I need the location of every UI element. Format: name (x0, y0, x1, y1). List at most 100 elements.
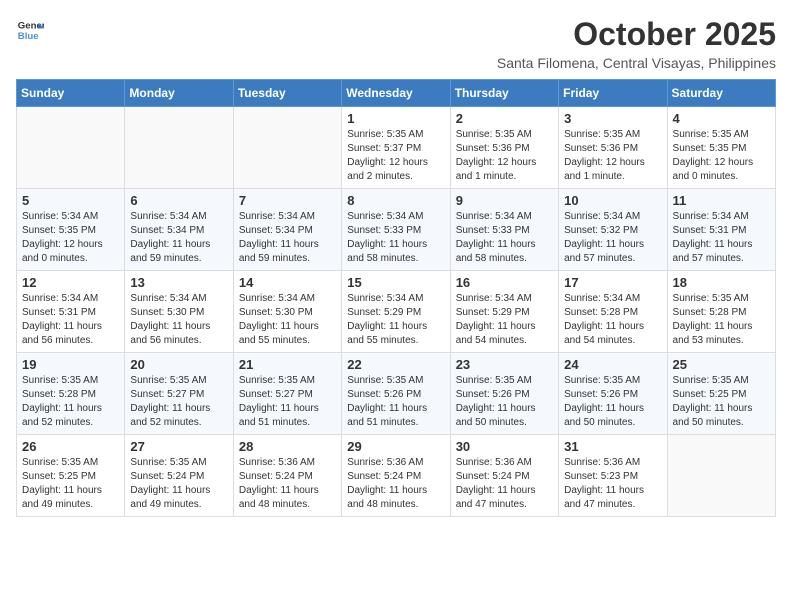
logo-icon: General Blue (16, 16, 44, 44)
calendar-cell: 19 Sunrise: 5:35 AM Sunset: 5:28 PM Dayli… (17, 353, 125, 435)
day-number: 13 (130, 275, 227, 290)
day-number: 26 (22, 439, 119, 454)
day-info: Sunrise: 5:35 AM Sunset: 5:35 PM Dayligh… (673, 128, 770, 184)
day-info: Sunrise: 5:36 AM Sunset: 5:24 PM Dayligh… (239, 456, 336, 512)
calendar-cell: 14 Sunrise: 5:34 AM Sunset: 5:30 PM Dayli… (233, 271, 341, 353)
day-number: 7 (239, 193, 336, 208)
calendar-cell (233, 107, 341, 189)
day-info: Sunrise: 5:34 AM Sunset: 5:28 PM Dayligh… (564, 292, 661, 348)
day-number: 3 (564, 111, 661, 126)
day-info: Sunrise: 5:34 AM Sunset: 5:31 PM Dayligh… (673, 210, 770, 266)
day-number: 24 (564, 357, 661, 372)
calendar-cell: 17 Sunrise: 5:34 AM Sunset: 5:28 PM Dayli… (559, 271, 667, 353)
day-info: Sunrise: 5:35 AM Sunset: 5:27 PM Dayligh… (130, 374, 227, 430)
calendar-cell: 25 Sunrise: 5:35 AM Sunset: 5:25 PM Dayli… (667, 353, 775, 435)
calendar-cell: 10 Sunrise: 5:34 AM Sunset: 5:32 PM Dayli… (559, 189, 667, 271)
header: General Blue October 2025 Santa Filomena… (16, 16, 776, 71)
day-info: Sunrise: 5:35 AM Sunset: 5:26 PM Dayligh… (564, 374, 661, 430)
calendar-week-row: 5 Sunrise: 5:34 AM Sunset: 5:35 PM Daylig… (17, 189, 776, 271)
day-number: 18 (673, 275, 770, 290)
day-info: Sunrise: 5:34 AM Sunset: 5:33 PM Dayligh… (347, 210, 444, 266)
calendar-cell: 8 Sunrise: 5:34 AM Sunset: 5:33 PM Daylig… (342, 189, 450, 271)
day-info: Sunrise: 5:35 AM Sunset: 5:28 PM Dayligh… (22, 374, 119, 430)
day-number: 10 (564, 193, 661, 208)
day-info: Sunrise: 5:35 AM Sunset: 5:37 PM Dayligh… (347, 128, 444, 184)
day-info: Sunrise: 5:35 AM Sunset: 5:36 PM Dayligh… (456, 128, 553, 184)
calendar-cell: 24 Sunrise: 5:35 AM Sunset: 5:26 PM Dayli… (559, 353, 667, 435)
calendar-cell: 20 Sunrise: 5:35 AM Sunset: 5:27 PM Dayli… (125, 353, 233, 435)
calendar-cell: 18 Sunrise: 5:35 AM Sunset: 5:28 PM Dayli… (667, 271, 775, 353)
day-number: 14 (239, 275, 336, 290)
day-number: 28 (239, 439, 336, 454)
day-info: Sunrise: 5:35 AM Sunset: 5:28 PM Dayligh… (673, 292, 770, 348)
weekday-header-monday: Monday (125, 80, 233, 107)
day-info: Sunrise: 5:34 AM Sunset: 5:32 PM Dayligh… (564, 210, 661, 266)
day-info: Sunrise: 5:36 AM Sunset: 5:24 PM Dayligh… (456, 456, 553, 512)
calendar-cell: 12 Sunrise: 5:34 AM Sunset: 5:31 PM Dayli… (17, 271, 125, 353)
day-info: Sunrise: 5:35 AM Sunset: 5:27 PM Dayligh… (239, 374, 336, 430)
calendar-week-row: 12 Sunrise: 5:34 AM Sunset: 5:31 PM Dayli… (17, 271, 776, 353)
day-info: Sunrise: 5:34 AM Sunset: 5:30 PM Dayligh… (130, 292, 227, 348)
day-info: Sunrise: 5:35 AM Sunset: 5:25 PM Dayligh… (673, 374, 770, 430)
day-info: Sunrise: 5:36 AM Sunset: 5:23 PM Dayligh… (564, 456, 661, 512)
calendar: SundayMondayTuesdayWednesdayThursdayFrid… (16, 79, 776, 517)
subtitle: Santa Filomena, Central Visayas, Philipp… (497, 55, 776, 71)
calendar-cell (17, 107, 125, 189)
calendar-cell: 26Sunrise: 5:35 AM Sunset: 5:25 PM Dayli… (17, 435, 125, 517)
day-number: 25 (673, 357, 770, 372)
day-number: 12 (22, 275, 119, 290)
day-number: 16 (456, 275, 553, 290)
day-number: 11 (673, 193, 770, 208)
calendar-cell (667, 435, 775, 517)
day-number: 17 (564, 275, 661, 290)
day-number: 23 (456, 357, 553, 372)
calendar-cell: 4Sunrise: 5:35 AM Sunset: 5:35 PM Daylig… (667, 107, 775, 189)
day-number: 22 (347, 357, 444, 372)
month-title: October 2025 (497, 16, 776, 53)
calendar-cell: 21Sunrise: 5:35 AM Sunset: 5:27 PM Dayli… (233, 353, 341, 435)
day-number: 15 (347, 275, 444, 290)
day-number: 19 (22, 357, 119, 372)
day-info: Sunrise: 5:34 AM Sunset: 5:31 PM Dayligh… (22, 292, 119, 348)
weekday-header-friday: Friday (559, 80, 667, 107)
calendar-cell: 2 Sunrise: 5:35 AM Sunset: 5:36 PM Daylig… (450, 107, 558, 189)
calendar-cell: 13 Sunrise: 5:34 AM Sunset: 5:30 PM Dayli… (125, 271, 233, 353)
calendar-cell (125, 107, 233, 189)
calendar-cell: 1Sunrise: 5:35 AM Sunset: 5:37 PM Daylig… (342, 107, 450, 189)
weekday-header-tuesday: Tuesday (233, 80, 341, 107)
day-number: 5 (22, 193, 119, 208)
day-number: 9 (456, 193, 553, 208)
day-info: Sunrise: 5:34 AM Sunset: 5:29 PM Dayligh… (347, 292, 444, 348)
logo: General Blue (16, 16, 44, 44)
day-info: Sunrise: 5:34 AM Sunset: 5:34 PM Dayligh… (130, 210, 227, 266)
day-info: Sunrise: 5:35 AM Sunset: 5:26 PM Dayligh… (347, 374, 444, 430)
calendar-cell: 11 Sunrise: 5:34 AM Sunset: 5:31 PM Dayli… (667, 189, 775, 271)
day-info: Sunrise: 5:34 AM Sunset: 5:30 PM Dayligh… (239, 292, 336, 348)
day-number: 2 (456, 111, 553, 126)
calendar-cell: 6 Sunrise: 5:34 AM Sunset: 5:34 PM Daylig… (125, 189, 233, 271)
calendar-cell: 27 Sunrise: 5:35 AM Sunset: 5:24 PM Dayli… (125, 435, 233, 517)
weekday-header-wednesday: Wednesday (342, 80, 450, 107)
day-info: Sunrise: 5:34 AM Sunset: 5:34 PM Dayligh… (239, 210, 336, 266)
calendar-cell: 3 Sunrise: 5:35 AM Sunset: 5:36 PM Daylig… (559, 107, 667, 189)
calendar-cell: 16Sunrise: 5:34 AM Sunset: 5:29 PM Dayli… (450, 271, 558, 353)
day-number: 31 (564, 439, 661, 454)
day-info: Sunrise: 5:34 AM Sunset: 5:33 PM Dayligh… (456, 210, 553, 266)
calendar-cell: 7 Sunrise: 5:34 AM Sunset: 5:34 PM Daylig… (233, 189, 341, 271)
day-number: 27 (130, 439, 227, 454)
day-info: Sunrise: 5:35 AM Sunset: 5:36 PM Dayligh… (564, 128, 661, 184)
calendar-week-row: 19 Sunrise: 5:35 AM Sunset: 5:28 PM Dayli… (17, 353, 776, 435)
calendar-cell: 22 Sunrise: 5:35 AM Sunset: 5:26 PM Dayli… (342, 353, 450, 435)
day-info: Sunrise: 5:36 AM Sunset: 5:24 PM Dayligh… (347, 456, 444, 512)
day-info: Sunrise: 5:34 AM Sunset: 5:35 PM Dayligh… (22, 210, 119, 266)
weekday-header-saturday: Saturday (667, 80, 775, 107)
calendar-cell: 30Sunrise: 5:36 AM Sunset: 5:24 PM Dayli… (450, 435, 558, 517)
day-info: Sunrise: 5:35 AM Sunset: 5:26 PM Dayligh… (456, 374, 553, 430)
weekday-header-sunday: Sunday (17, 80, 125, 107)
day-number: 6 (130, 193, 227, 208)
day-info: Sunrise: 5:35 AM Sunset: 5:24 PM Dayligh… (130, 456, 227, 512)
calendar-week-row: 1Sunrise: 5:35 AM Sunset: 5:37 PM Daylig… (17, 107, 776, 189)
day-number: 20 (130, 357, 227, 372)
weekday-header-thursday: Thursday (450, 80, 558, 107)
day-number: 8 (347, 193, 444, 208)
